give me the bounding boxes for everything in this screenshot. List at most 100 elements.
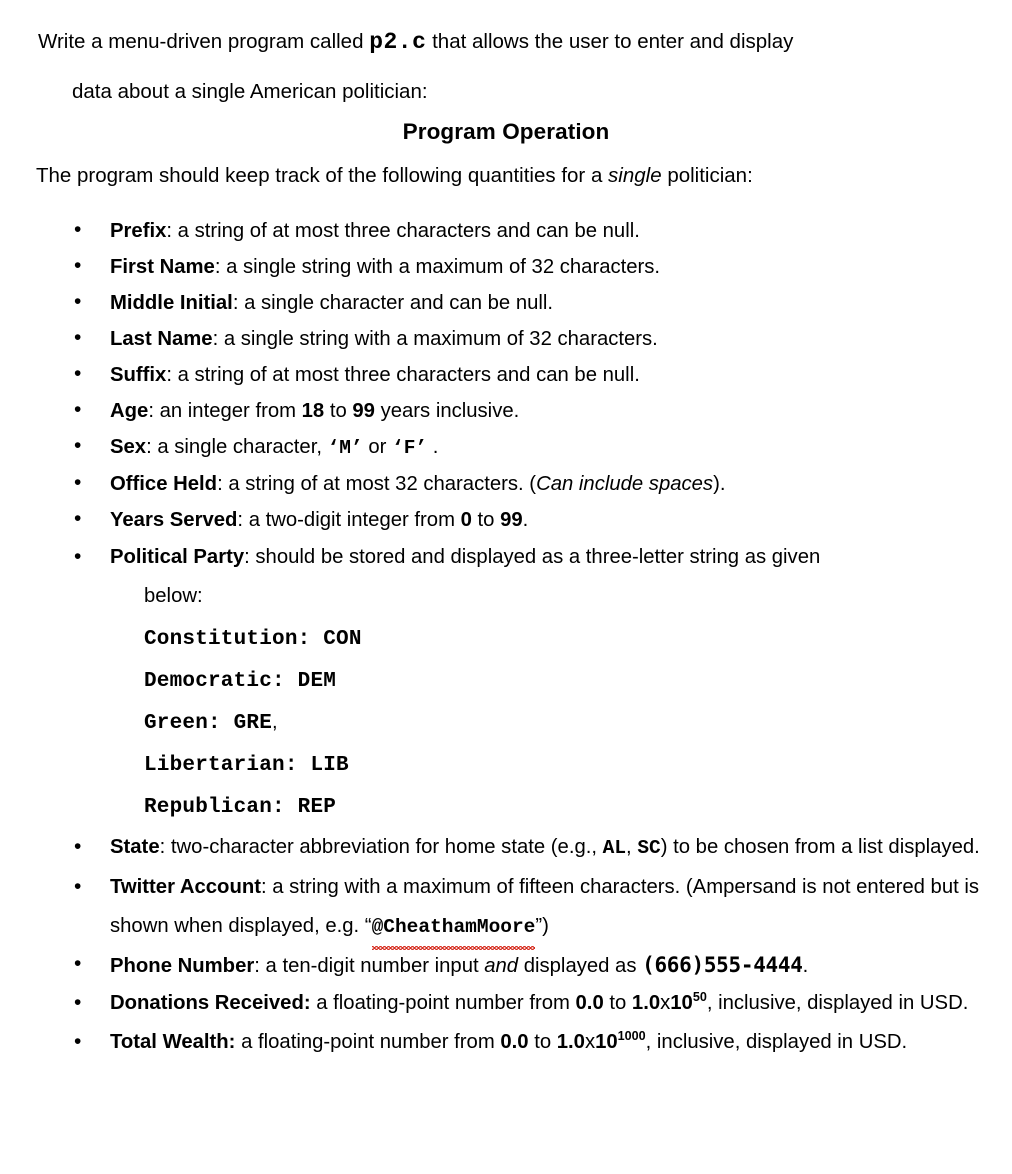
party-block-intro: below: [144,585,203,607]
field-term: Prefix [110,220,167,242]
field-description: a single character and can be null. [238,292,554,314]
field-description-c: ) to be chosen from a list displayed. [660,836,980,858]
party-code: CON [323,628,362,651]
field-description-b: , [626,836,638,858]
leadin-emphasis: single [608,164,662,187]
field-term: Phone Number [110,955,255,977]
list-item-donations-received: Donations Received: a floating-point num… [0,983,1012,1023]
field-description-a: an integer from [153,400,302,422]
field-description-c: , inclusive, displayed in USD. [645,1031,908,1053]
field-description-b: ). [713,473,726,495]
list-item-middle-initial: Middle Initial: a single character and c… [0,284,1012,321]
value-code-male: ‘M’ [327,437,363,459]
value-max-donation-mantissa: 1.0 [631,992,661,1014]
field-description-a: a floating-point number from [235,1031,501,1053]
field-term: Total Wealth: [110,1031,236,1053]
field-term: Suffix [110,364,167,386]
intro-text-after: that allows the user to enter and displa… [432,30,794,53]
leadin-text-after: politician: [667,164,753,187]
party-trailing: , [272,711,278,733]
list-item-years-served: Years Served: a two-digit integer from 0… [0,501,1012,538]
field-description-b: to [528,1031,557,1053]
party-row-green: Green: GRE, [144,702,992,744]
list-item-last-name: Last Name: a single string with a maximu… [0,320,1012,357]
field-term: Office Held [110,473,218,495]
field-description-b: or [362,436,393,458]
party-block: below: Constitution: CON Democratic: DEM… [110,577,992,828]
value-max-wealth-base: 10 [595,1031,618,1053]
field-description-a: a ten-digit number input [259,955,485,977]
party-name: Libertarian: [144,754,298,777]
field-description-a: a string of at most 32 characters. ( [222,473,537,495]
party-name: Green: [144,712,221,735]
list-item-state: State: two-character abbreviation for ho… [0,827,1012,868]
field-description-b: displayed as [518,955,643,977]
field-term: Years Served [110,509,238,531]
intro-line-2: data about a single American politician: [72,80,428,103]
party-row-republican: Republican: REP [144,786,992,828]
field-note-italic: Can include spaces [536,473,714,495]
value-max-donation-base: 10 [670,992,693,1014]
field-description-a: a single character, [151,436,328,458]
field-term: Political Party [110,546,245,568]
list-item-political-party: Political Party: should be stored and di… [0,537,1012,828]
value-max-age: 99 [352,400,375,422]
field-description-b: ”) [535,915,549,937]
field-term: Last Name [110,328,213,350]
field-term: Sex [110,436,147,458]
party-row-democratic: Democratic: DEM [144,660,992,702]
value-min-years: 0 [460,509,472,531]
party-code: GRE [233,712,273,735]
party-code: LIB [310,754,349,777]
field-term: First Name [110,256,215,278]
field-description: a string of at most three characters and… [171,364,640,386]
field-description-c: . [427,436,439,458]
multiplication-symbol: x [584,1031,596,1053]
party-code: REP [297,796,337,819]
value-max-wealth-exponent: 1000 [617,1029,646,1044]
party-row-libertarian: Libertarian: LIB [144,744,992,786]
value-min-wealth: 0.0 [500,1031,529,1053]
party-name: Democratic: [144,670,285,693]
party-name: Constitution: [144,628,311,651]
list-item-twitter-account: Twitter Account: a string with a maximum… [0,867,1012,950]
party-name: Republican: [144,796,285,819]
list-item-prefix: Prefix: a string of at most three charac… [0,212,1012,249]
list-item-sex: Sex: a single character, ‘M’ or ‘F’ . [0,428,1012,466]
value-max-years: 99 [500,509,523,531]
field-description: a single string with a maximum of 32 cha… [218,328,658,350]
value-max-wealth-mantissa: 1.0 [556,1031,585,1053]
field-description-a: a floating-point number from [310,992,576,1014]
list-item-age: Age: an integer from 18 to 99 years incl… [0,392,1012,429]
field-term: State [110,836,160,858]
field-description-c: . [802,955,809,977]
intro-text-before: Write a menu-driven program called [38,30,364,53]
field-term: Twitter Account [110,876,261,898]
list-item-office-held: Office Held: a string of at most 32 char… [0,465,1012,502]
leadin-paragraph: The program should keep track of the fol… [0,145,1012,188]
field-description-b: to [471,509,501,531]
field-term: Age [110,400,149,422]
field-description-c: . [522,509,529,531]
field-spec-list: Prefix: a string of at most three charac… [0,212,1012,1062]
value-min-age: 18 [301,400,325,422]
field-description: a single string with a maximum of 32 cha… [220,256,661,278]
party-code: DEM [297,670,337,693]
value-twitter-handle: @CheathamMoore [371,908,535,950]
field-term: Middle Initial [110,292,233,314]
section-heading-program-operation: Program Operation [402,119,610,144]
program-filename: p2.c [369,29,427,55]
leadin-text-before: The program should keep track of the fol… [36,164,603,187]
value-min-donation: 0.0 [575,992,604,1014]
field-description-c: , inclusive, displayed in USD. [706,992,969,1014]
field-description-b: to [603,992,632,1014]
value-max-donation-exponent: 50 [692,990,707,1005]
field-note-italic: and [484,955,519,977]
value-phone-format: (666)555-4444 [642,953,803,977]
value-code-female: ‘F’ [392,437,428,459]
party-row-constitution: Constitution: CON [144,618,992,660]
document-page: Write a menu-driven program called p2.c … [0,0,1012,1174]
list-item-phone-number: Phone Number: a ten-digit number input a… [0,946,1012,984]
field-description-a: two-character abbreviation for home stat… [165,836,603,858]
value-state-example-al: AL [602,837,627,859]
